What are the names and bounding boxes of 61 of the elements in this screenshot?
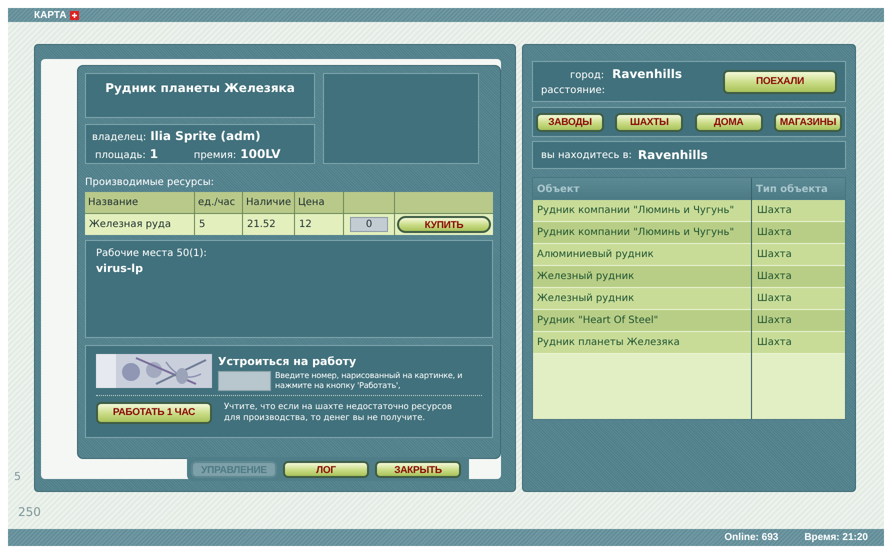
table-cell-text: Алюминиевый рудник	[536, 248, 655, 262]
action-button[interactable]: МАГАЗИНЫ	[774, 112, 842, 132]
action-button[interactable]: ШАХТЫ	[615, 112, 684, 132]
action-button[interactable]: ПОЕХАЛИ	[723, 70, 837, 94]
area-label: площадь:	[95, 149, 146, 163]
action-button[interactable]: ЗАВОДЫ	[536, 112, 604, 132]
workers-caption: Рабочие места 50(1):	[96, 247, 208, 261]
action-button[interactable]: РАБОТАТЬ 1 ЧАС	[96, 402, 212, 424]
table-cell-text: Рудник планеты Железяка	[536, 336, 681, 350]
online-count: Online: 693	[724, 531, 778, 545]
table-cell: Железная руда	[85, 214, 195, 235]
captcha-hint: Введите номер, нарисованный на картинке, и нажмите на кнопку 'Работать',	[275, 370, 464, 390]
object-row[interactable]: Рудник планеты Железяка Шахта	[533, 332, 845, 354]
table-cell-text: Шахта	[756, 270, 793, 284]
table-cell-text: Железный рудник	[536, 292, 636, 306]
location-city: Ravenhills	[638, 147, 708, 164]
bonus-label: премия:	[194, 149, 236, 163]
table-cell-text: Шахта	[756, 292, 793, 306]
table-cell-text: Рудник "Heart Of Steel"	[536, 314, 660, 328]
table-cell-text: Шахта	[756, 314, 793, 328]
action-button[interactable]: ЛОГ	[283, 460, 369, 478]
resources-caption: Производимые ресурсы:	[85, 176, 216, 190]
owner-name: Ilia Sprite (adm)	[150, 128, 261, 145]
table-cell-text: Шахта	[756, 248, 793, 262]
action-button[interactable]: ДОМА	[694, 112, 763, 132]
bonus-value: 100LV	[240, 146, 281, 163]
object-row[interactable]: Железный рудник Шахта	[533, 266, 845, 288]
object-row[interactable]: Рудник компании "Люминь и Чугунь" Шахта	[533, 200, 845, 222]
table-cell-text: Рудник компании "Люминь и Чугунь"	[536, 226, 736, 240]
location-label: вы находитесь в:	[541, 148, 632, 162]
table-cell: 5	[195, 214, 243, 235]
owner-label: владелец:	[92, 131, 146, 145]
object-row[interactable]: Рудник компании "Люминь и Чугунь" Шахта	[533, 222, 845, 244]
mine-title: Рудник планеты Железяка	[105, 80, 295, 97]
object-row[interactable]: Железный рудник Шахта	[533, 288, 845, 310]
action-button[interactable]: КУПИТЬ	[397, 216, 491, 233]
table-cell-text: Шахта	[756, 226, 793, 240]
area-value: 1	[150, 146, 160, 163]
table-cell-text: Рудник компании "Люминь и Чугунь"	[536, 204, 736, 218]
job-note: Учтите, что если на шахте недостаточно ресурсов для производства, то денег вы не получите.	[224, 402, 454, 424]
table-cell-text: Шахта	[756, 204, 793, 218]
gauge-mark: 250	[17, 504, 41, 521]
column-header: Тип объекта	[755, 182, 829, 196]
distance-label: расстояние:	[541, 84, 606, 98]
plus-icon[interactable]	[70, 10, 79, 20]
table-cell: 12	[295, 214, 344, 235]
object-row[interactable]: Рудник "Heart Of Steel" Шахта	[533, 310, 845, 332]
gauge-mark: 5	[13, 468, 22, 484]
clock-time: Время: 21:20	[804, 531, 868, 545]
captcha-field[interactable]	[218, 370, 271, 390]
city-label: город:	[570, 69, 604, 83]
table-cell-text: Железный рудник	[536, 270, 636, 284]
worker-name: virus-lp	[96, 261, 144, 277]
object-row[interactable]: Алюминиевый рудник Шахта	[533, 244, 845, 266]
table-cell: 21.52	[243, 214, 295, 235]
job-title: Устроиться на работу	[218, 354, 358, 370]
table-cell-text: Шахта	[756, 336, 793, 350]
action-button[interactable]: ЗАКРЫТЬ	[375, 460, 461, 478]
city-name: Ravenhills	[612, 66, 682, 83]
map-title: КАРТА	[34, 8, 67, 22]
quantity-field[interactable]: 0	[350, 217, 388, 232]
